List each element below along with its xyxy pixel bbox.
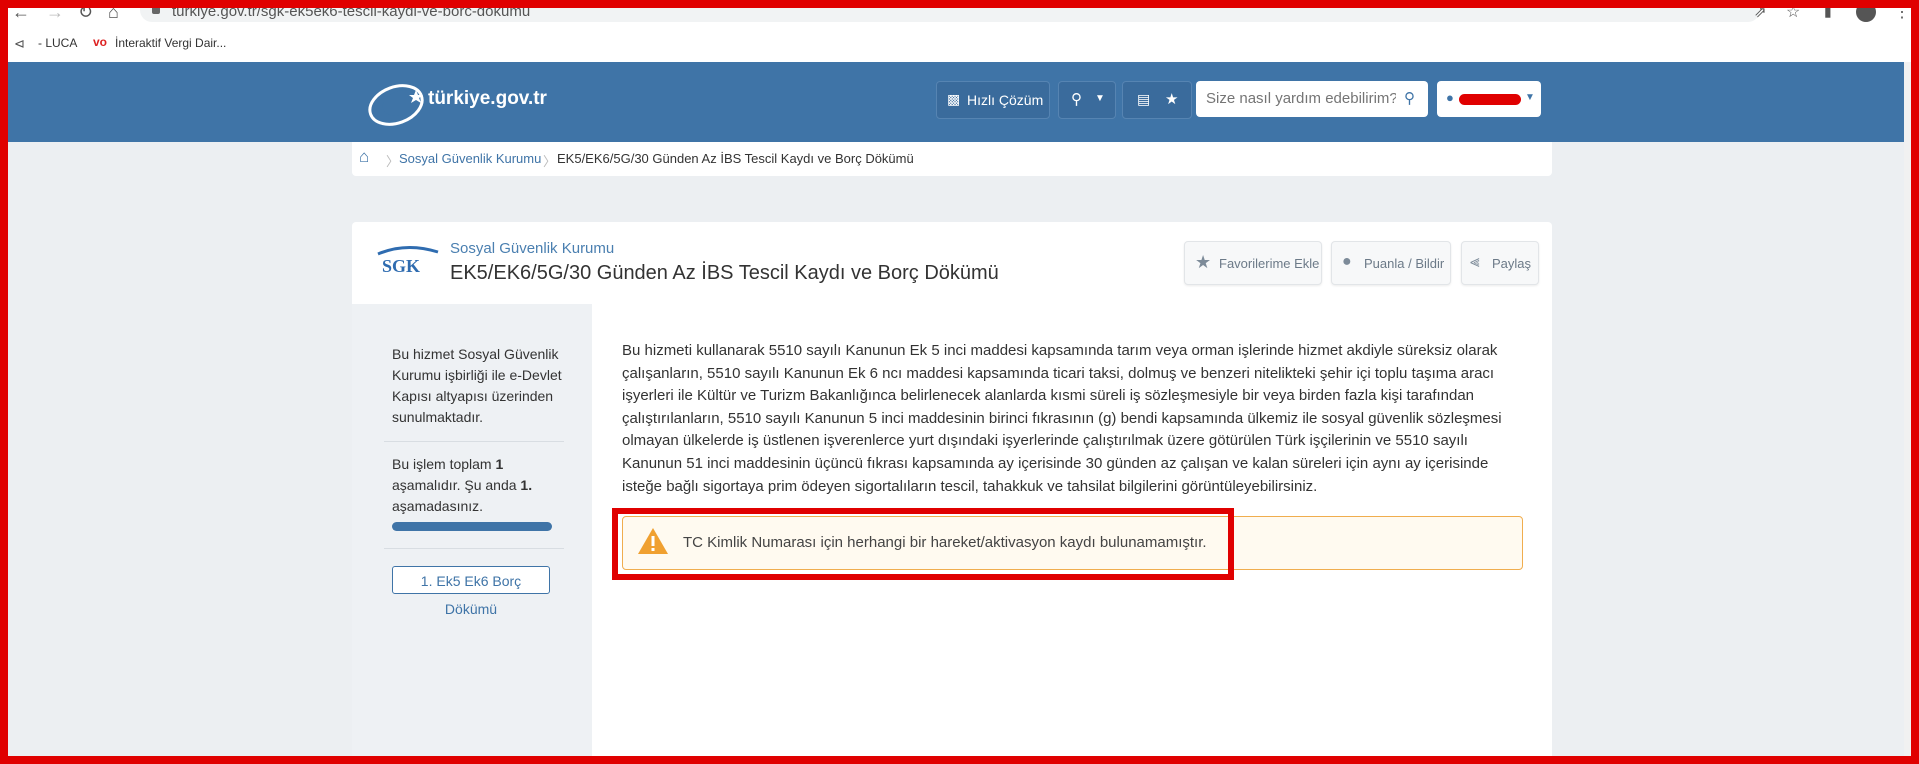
rate-report-button[interactable]: ● Puanla / Bildir [1331,241,1451,285]
star-icon: ★ [1165,91,1179,108]
institution-name[interactable]: Sosyal Güvenlik Kurumu [450,240,614,257]
add-favorites-label: Favorilerime Ekle [1219,256,1320,271]
bookmark-luca[interactable]: - LUCA [38,36,77,50]
bookmark-vergi[interactable]: İnteraktif Vergi Dair... [115,36,226,50]
share-button[interactable]: ⫷ Paylaş [1461,241,1539,285]
rate-report-label: Puanla / Bildir [1364,256,1445,271]
user-chevron-icon: ▼ [1525,92,1535,103]
user-icon: ● [1446,90,1454,105]
bookmark-star-icon[interactable]: ☆ [1786,2,1800,22]
chevron-down-icon: ▼ [1095,93,1105,104]
search-input[interactable] [1206,90,1396,107]
redacted-username [1459,94,1521,105]
home-crumb-icon[interactable]: ⌂ [359,147,369,167]
crumb-separator: 〉 [543,154,557,169]
add-favorites-button[interactable]: ★ Favorilerime Ekle [1184,241,1322,285]
comment-icon: ● [1342,253,1352,270]
provider-note: Bu hizmet Sosyal Güvenlik Kurumu işbirli… [392,346,562,425]
crumb-current: EK5/EK6/5G/30 Günden Az İBS Tescil Kaydı… [557,151,914,166]
home-icon[interactable]: ⌂ [108,2,119,23]
chat-bubble-icon: ▩ [947,91,961,107]
site-logo-text[interactable]: türkiye.gov.tr [428,88,547,110]
bookmarks-bar [0,24,1919,63]
key-icon: ⚲ [1071,91,1082,108]
reload-icon[interactable]: ↻ [78,2,93,23]
divider [384,441,564,442]
share-page-icon[interactable]: ⇗ [1754,3,1767,21]
progress-bar [392,522,552,531]
turkiye-logo-icon[interactable] [364,78,434,128]
card-favorites-button[interactable]: ▤ ★ [1122,81,1192,119]
side-panel-icon[interactable]: ▮ [1824,3,1832,20]
crumb-institution[interactable]: Sosyal Güvenlik Kurumu [399,151,541,166]
vergi-icon: vo [93,35,108,49]
sgk-logo-text: SGK [382,256,421,276]
login-key-button[interactable]: ⚲ ▼ [1058,81,1116,119]
page-scrollbar[interactable] [1904,62,1919,764]
search-icon[interactable]: ⚲ [1404,89,1415,107]
search-box: ⚲ [1196,81,1428,117]
forward-icon[interactable]: → [46,2,64,23]
back-icon[interactable]: ← [12,2,30,23]
luca-icon: ⊲ [14,36,25,51]
annotation-highlight-box [612,508,1234,580]
lock-icon [152,6,160,14]
divider [384,548,564,549]
url-text[interactable]: turkiye.gov.tr/sgk-ek5ek6-tescil-kaydi-v… [172,3,530,20]
star-icon: ★ [1195,252,1212,272]
user-menu-button[interactable]: ● ▼ [1437,81,1541,117]
step-button[interactable]: 1. Ek5 Ek6 Borç Dökümü [392,566,550,617]
menu-dots-icon[interactable]: ⋮ [1894,2,1910,22]
service-description: Bu hizmeti kullanarak 5510 sayılı Kanunu… [622,342,1502,495]
profile-avatar[interactable] [1856,2,1876,22]
share-label: Paylaş [1492,256,1532,271]
quick-solution-label: Hızlı Çözüm [967,92,1044,108]
share-icon: ⫷ [1470,252,1480,271]
step-info: Bu işlem toplam 1 aşamalıdır. Şu anda 1.… [392,456,533,514]
crumb-separator: 〉 [386,154,400,169]
page-title: EK5/EK6/5G/30 Günden Az İBS Tescil Kaydı… [450,262,999,284]
quick-solution-button[interactable]: ▩ Hızlı Çözüm [936,81,1050,119]
id-card-icon: ▤ [1137,91,1151,107]
